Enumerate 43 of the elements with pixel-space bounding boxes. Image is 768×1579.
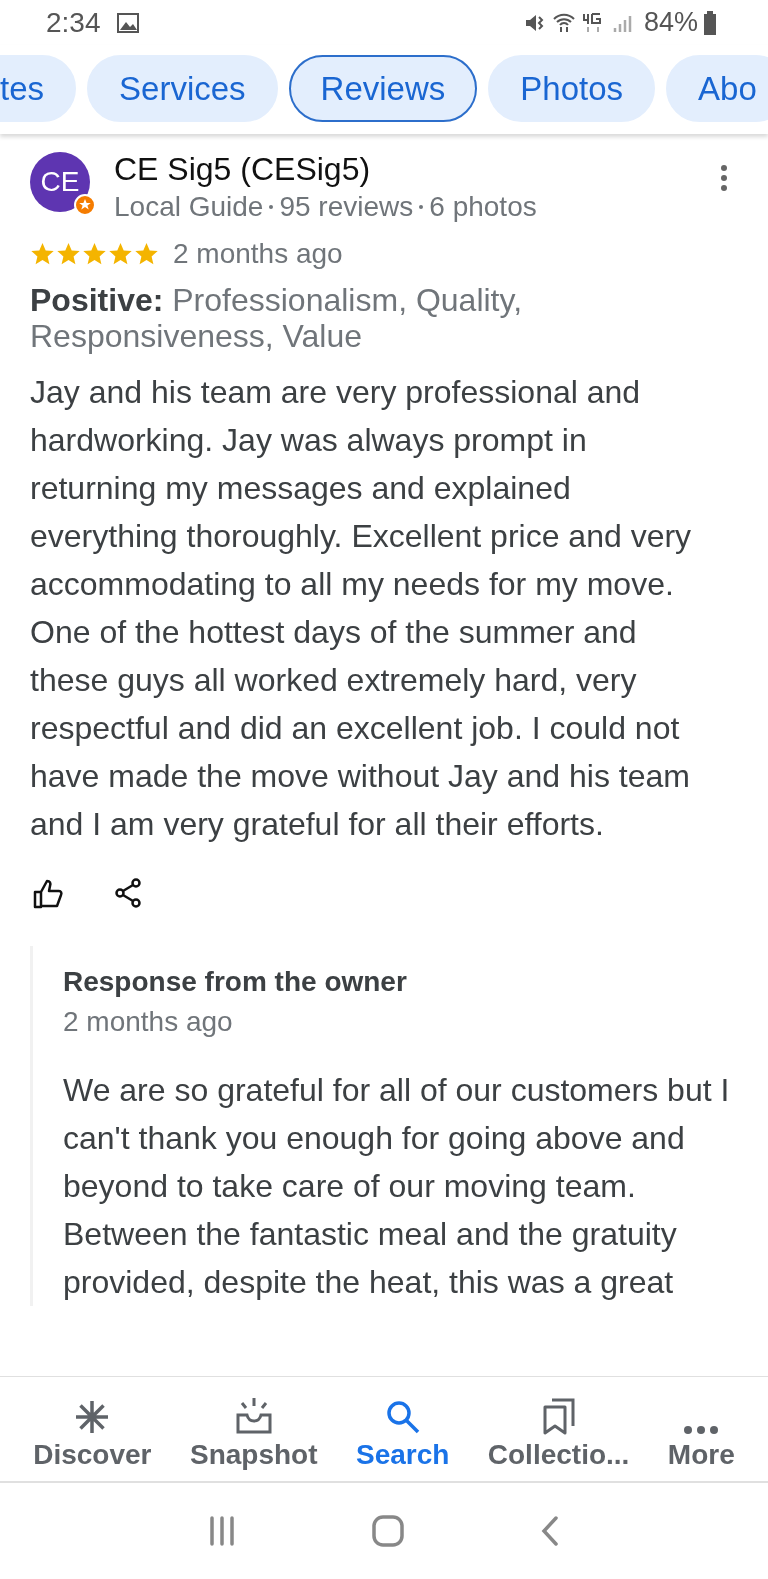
- battery-icon: [704, 10, 716, 35]
- tab[interactable]: Photos: [488, 55, 656, 122]
- author-meta: Local Guide: [114, 190, 264, 224]
- nav-item[interactable]: Discover: [33, 1387, 152, 1471]
- battery-level: 84%: [643, 7, 698, 38]
- wifi-icon: [551, 11, 576, 34]
- more-icon: [683, 1425, 720, 1435]
- separator-dot: [419, 205, 424, 209]
- tab[interactable]: Reviews: [288, 55, 478, 122]
- star-icon: [56, 242, 81, 266]
- local-guide-badge-icon: [74, 194, 96, 216]
- tab[interactable]: Abo: [666, 55, 768, 122]
- author-meta: 95 reviews: [279, 190, 414, 224]
- thumbs-up-icon[interactable]: [32, 878, 64, 910]
- star-icon: [82, 242, 107, 266]
- separator-dot: [269, 205, 274, 209]
- star-icon: [30, 242, 55, 266]
- asterisk-icon: [74, 1399, 111, 1435]
- nav-item[interactable]: Snapshot: [189, 1387, 318, 1471]
- author-name[interactable]: CE Sig5 (CESig5): [114, 150, 696, 188]
- share-icon[interactable]: [114, 878, 142, 908]
- bookmarks-icon: [541, 1397, 576, 1435]
- back-icon[interactable]: [540, 1515, 560, 1547]
- recent-apps-icon[interactable]: [208, 1516, 236, 1546]
- nav-item[interactable]: More: [667, 1387, 735, 1471]
- response-text: We are so grateful for all of our customers but I can't thank you enough for going above and beyond to take care of our moving team. Between the fantastic meal and the gratuity provided, despite the heat, this was a great: [63, 1071, 731, 1302]
- star-icon: [134, 242, 159, 266]
- search-icon: [384, 1399, 421, 1435]
- nav-item[interactable]: Collectio...: [487, 1387, 630, 1471]
- review-time: 2 months ago: [173, 238, 343, 270]
- review-text: Jay and his team are very professional and hardworking. Jay was always prompt in returning my messages and explained everything thoroughly. Excellent price and very accommodating to all my needs for my move. One of the hottest days of the summer and these guys all worked extremely hard, very respectful and did an excellent job. I could not have made the move without Jay and his team and I am very grateful for all their efforts.: [30, 373, 693, 844]
- status-time: 2:34: [46, 6, 101, 39]
- author-meta: 6 photos: [429, 190, 537, 224]
- tab[interactable]: Services: [87, 55, 278, 122]
- response-title: Response from the owner: [63, 966, 408, 998]
- image-icon: [116, 12, 139, 33]
- tab[interactable]: tes: [0, 55, 77, 122]
- nav-item[interactable]: Search: [355, 1387, 450, 1471]
- positive-attributes: Positive: Professionalism, Quality, Responsiveness, Value: [30, 282, 523, 354]
- home-icon[interactable]: [372, 1515, 404, 1547]
- more-options-icon[interactable]: [720, 164, 728, 192]
- response-time: 2 months ago: [63, 1006, 234, 1038]
- star-icon: [108, 242, 133, 266]
